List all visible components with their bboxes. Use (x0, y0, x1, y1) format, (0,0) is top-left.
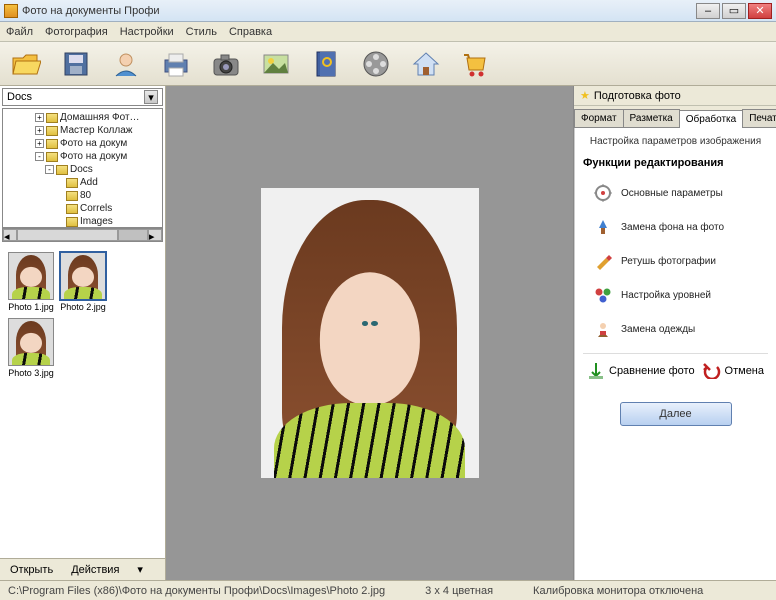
function-1[interactable]: Замена фона на фото (583, 213, 768, 241)
chevron-down-icon: ▾ (137, 563, 143, 576)
menu-settings[interactable]: Настройки (120, 26, 174, 38)
tree-item[interactable]: +Мастер Коллаж (5, 124, 160, 137)
app-icon (4, 4, 18, 18)
chevron-down-icon[interactable]: ▾ (144, 90, 158, 104)
tree-item[interactable]: +Домашняя Фот… (5, 111, 160, 124)
tab-Разметка[interactable]: Разметка (623, 109, 680, 127)
home-icon[interactable] (410, 48, 442, 80)
function-label: Замена фона на фото (621, 222, 724, 233)
section-header: Функции редактирования (583, 157, 768, 169)
camera-icon[interactable] (210, 48, 242, 80)
book-icon[interactable] (310, 48, 342, 80)
tree-item[interactable]: -Docs (5, 163, 160, 176)
right-panel: ★ Подготовка фото ФорматРазметкаОбработк… (574, 86, 776, 580)
tree-scrollbar[interactable]: ◂▸ (2, 228, 163, 242)
tab-body: Настройка параметров изображения Функции… (574, 128, 776, 580)
compare-label: Сравнение фото (609, 365, 695, 377)
folder-tree[interactable]: +Домашняя Фот…+Мастер Коллаж+Фото на док… (2, 108, 163, 228)
status-path: C:\Program Files (x86)\Фото на документы… (8, 585, 385, 597)
window-title: Фото на документы Профи (22, 5, 696, 17)
close-button[interactable]: ✕ (748, 3, 772, 19)
star-icon: ★ (580, 89, 590, 102)
toolbar (0, 42, 776, 86)
picture-icon[interactable] (260, 48, 292, 80)
menu-bar: Файл Фотография Настройки Стиль Справка (0, 22, 776, 42)
thumbnail[interactable]: Photo 1.jpg (8, 252, 54, 312)
function-icon (593, 251, 613, 271)
menu-file[interactable]: Файл (6, 26, 33, 38)
content-area: Docs ▾ +Домашняя Фот…+Мастер Коллаж+Фото… (0, 86, 776, 580)
tab-bar: ФорматРазметкаОбработкаПечать (574, 106, 776, 128)
tree-item[interactable]: Add (5, 176, 160, 189)
tab-Печать[interactable]: Печать (742, 109, 776, 127)
open-button[interactable]: Открыть (10, 564, 53, 576)
maximize-button[interactable]: ▭ (722, 3, 746, 19)
tab-Формат[interactable]: Формат (574, 109, 624, 127)
right-header: Подготовка фото (594, 90, 681, 102)
status-info: 3 x 4 цветная (425, 585, 493, 597)
folder-combo[interactable]: Docs ▾ (2, 88, 163, 106)
function-4[interactable]: Замена одежды (583, 315, 768, 343)
thumbnail[interactable]: Photo 3.jpg (8, 318, 54, 378)
next-button[interactable]: Далее (620, 402, 732, 426)
tab-Обработка[interactable]: Обработка (679, 110, 743, 128)
tree-item[interactable]: -Фото на докум (5, 150, 160, 163)
preview-area (166, 86, 574, 580)
cancel-label: Отмена (725, 365, 764, 377)
printer-icon[interactable] (160, 48, 192, 80)
function-label: Ретушь фотографии (621, 256, 716, 267)
save-icon[interactable] (60, 48, 92, 80)
function-2[interactable]: Ретушь фотографии (583, 247, 768, 275)
function-icon (593, 285, 613, 305)
status-bar: C:\Program Files (x86)\Фото на документы… (0, 580, 776, 600)
function-icon (593, 183, 613, 203)
undo-icon (703, 363, 721, 379)
folder-open-icon[interactable] (10, 48, 42, 80)
cancel-button[interactable]: Отмена (703, 363, 764, 379)
actions-button[interactable]: Действия (71, 564, 119, 576)
cart-icon[interactable] (460, 48, 492, 80)
tree-item[interactable]: +Фото на докум (5, 137, 160, 150)
function-icon (593, 319, 613, 339)
minimize-button[interactable]: – (696, 3, 720, 19)
thumbnail[interactable]: Photo 2.jpg (60, 252, 106, 312)
film-reel-icon[interactable] (360, 48, 392, 80)
function-label: Основные параметры (621, 188, 723, 199)
function-3[interactable]: Настройка уровней (583, 281, 768, 309)
menu-help[interactable]: Справка (229, 26, 272, 38)
compare-icon (587, 362, 605, 380)
compare-button[interactable]: Сравнение фото (587, 362, 695, 380)
tree-item[interactable]: Correls (5, 202, 160, 215)
tree-item[interactable]: 80 (5, 189, 160, 202)
status-calibration: Калибровка монитора отключена (533, 585, 703, 597)
function-0[interactable]: Основные параметры (583, 179, 768, 207)
left-panel: Docs ▾ +Домашняя Фот…+Мастер Коллаж+Фото… (0, 86, 166, 580)
function-label: Настройка уровней (621, 290, 711, 301)
photo-preview (261, 188, 479, 478)
function-label: Замена одежды (621, 324, 695, 335)
menu-style[interactable]: Стиль (186, 26, 217, 38)
person-icon[interactable] (110, 48, 142, 80)
tab-subheader: Настройка параметров изображения (583, 136, 768, 147)
thumbnail-grid: Photo 1.jpgPhoto 2.jpgPhoto 3.jpg (2, 246, 163, 554)
function-icon (593, 217, 613, 237)
tree-item[interactable]: Images (5, 215, 160, 228)
title-bar: Фото на документы Профи – ▭ ✕ (0, 0, 776, 22)
folder-combo-value: Docs (7, 91, 32, 103)
menu-photo[interactable]: Фотография (45, 26, 108, 38)
